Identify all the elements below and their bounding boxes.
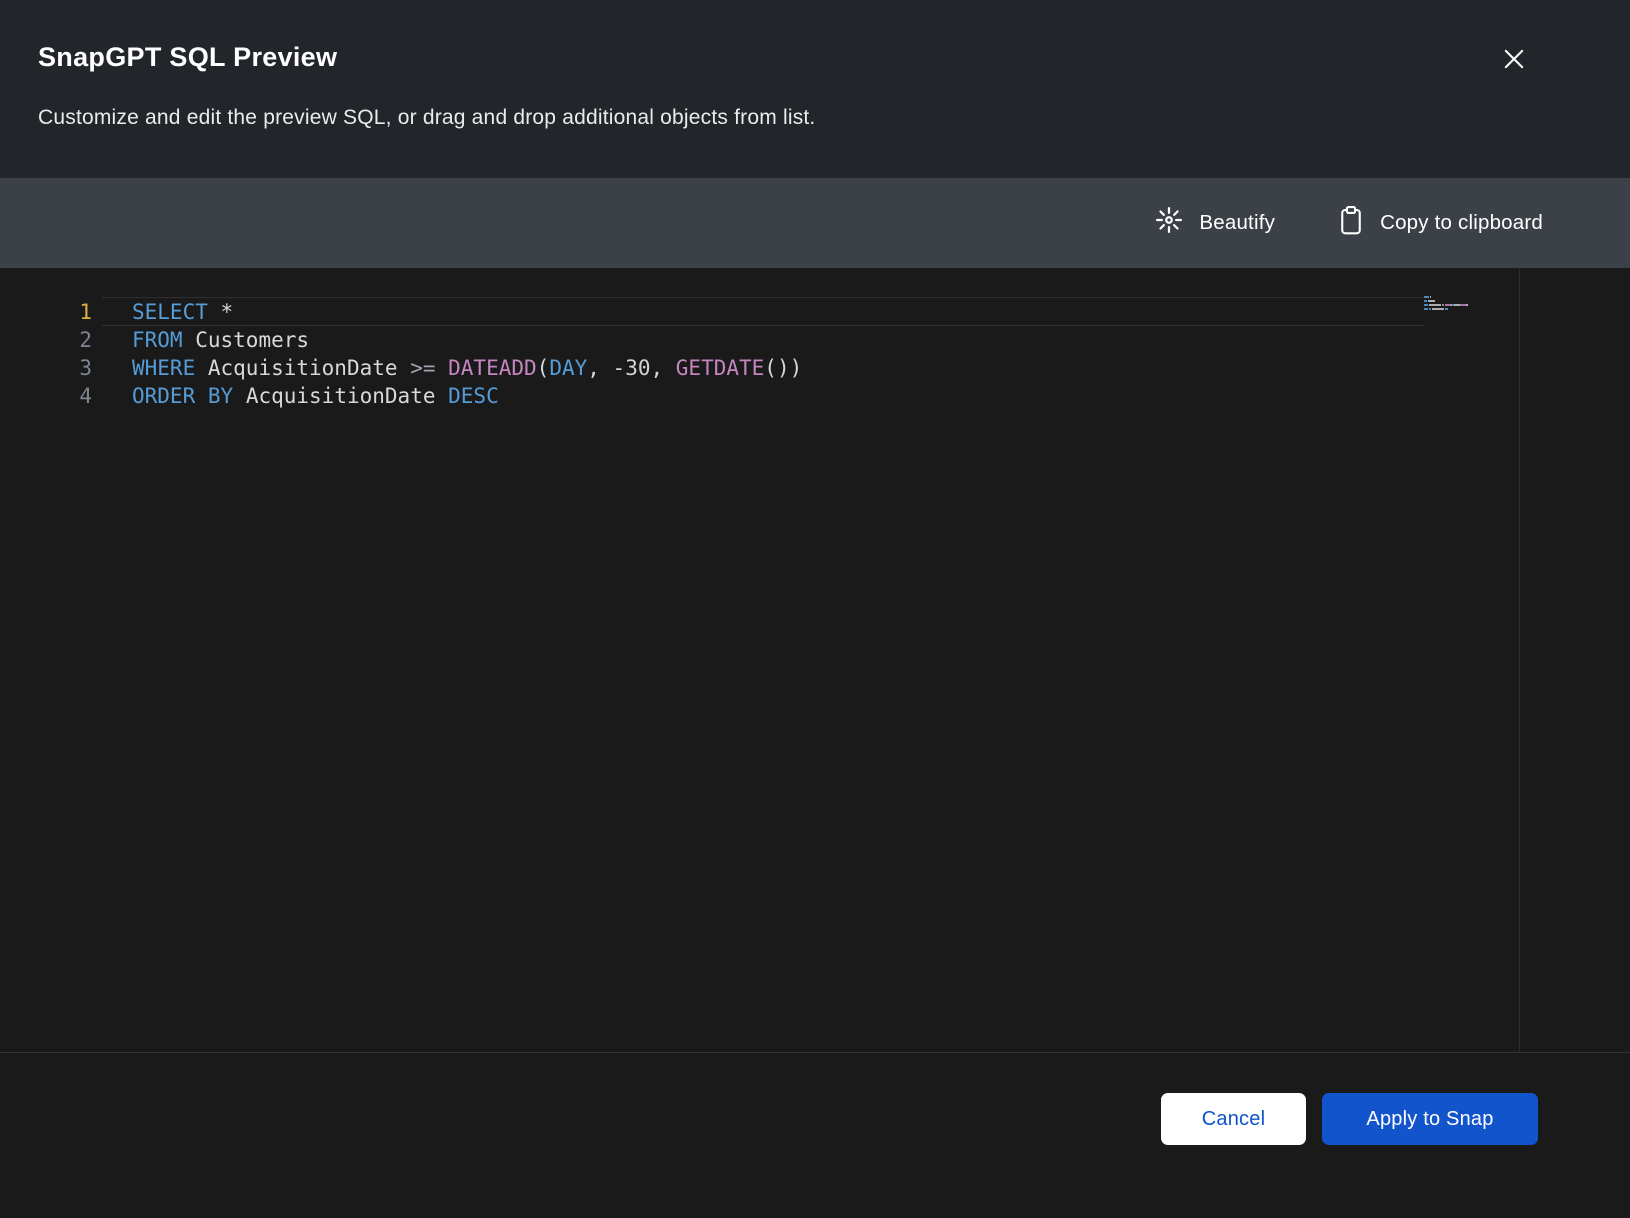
- code-text: ORDER BY AcquisitionDate DESC: [132, 382, 499, 410]
- code-line[interactable]: 1 SELECT *: [0, 298, 1630, 326]
- beautify-label: Beautify: [1199, 211, 1275, 235]
- code-text: SELECT *: [132, 298, 233, 326]
- code-text: FROM Customers: [132, 326, 309, 354]
- copy-label: Copy to clipboard: [1380, 211, 1543, 235]
- code-text: WHERE AcquisitionDate >= DATEADD(DAY, -3…: [132, 354, 802, 382]
- code-line[interactable]: 3 WHERE AcquisitionDate >= DATEADD(DAY, -…: [0, 354, 1630, 382]
- dialog-header: SnapGPT SQL Preview Customize and edit t…: [0, 0, 1630, 178]
- dialog-title: SnapGPT SQL Preview: [38, 42, 1592, 73]
- current-line-highlight: [102, 297, 1424, 326]
- close-button[interactable]: [1498, 44, 1530, 76]
- minimap[interactable]: [1424, 296, 1477, 312]
- dialog-footer: Cancel Apply to Snap: [0, 1052, 1630, 1218]
- close-icon: [1500, 45, 1528, 76]
- sql-preview-dialog: SnapGPT SQL Preview Customize and edit t…: [0, 0, 1630, 1218]
- line-number: 2: [0, 326, 92, 354]
- code-lines[interactable]: 1 SELECT * 2 FROM Customers 3 WHERE Acquisiti…: [0, 298, 1630, 410]
- copy-to-clipboard-button[interactable]: Copy to clipboard: [1337, 205, 1543, 242]
- line-number: 3: [0, 354, 92, 382]
- dialog-subtitle: Customize and edit the preview SQL, or d…: [38, 106, 1592, 130]
- line-number: 1: [0, 298, 92, 326]
- editor-scrollbar-divider: [1519, 268, 1520, 1052]
- sql-code-editor[interactable]: 1 SELECT * 2 FROM Customers 3 WHERE Acquisiti…: [0, 268, 1630, 1052]
- code-line[interactable]: 4 ORDER BY AcquisitionDate DESC: [0, 382, 1630, 410]
- apply-to-snap-button[interactable]: Apply to Snap: [1322, 1093, 1538, 1145]
- cancel-button[interactable]: Cancel: [1161, 1093, 1306, 1145]
- sparkle-icon: [1154, 205, 1184, 241]
- code-line[interactable]: 2 FROM Customers: [0, 326, 1630, 354]
- clipboard-icon: [1337, 205, 1365, 242]
- line-number: 4: [0, 382, 92, 410]
- beautify-button[interactable]: Beautify: [1154, 205, 1275, 241]
- editor-toolbar: Beautify Copy to clipboard: [0, 178, 1630, 268]
